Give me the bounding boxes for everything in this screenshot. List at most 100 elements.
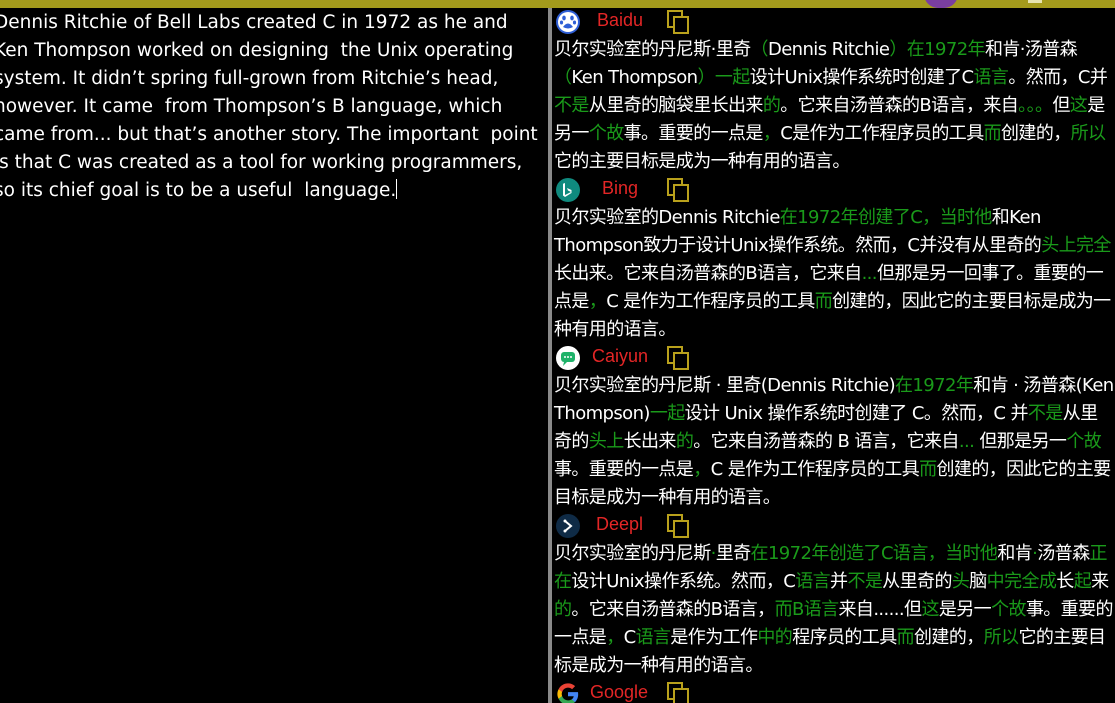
engine-caiyun: Caiyun 贝尔实验室的丹尼斯 · 里奇(Dennis Ritchie)在197… bbox=[552, 344, 1115, 512]
highlighted-segment: 语言 bbox=[795, 571, 831, 592]
engine-name: Google bbox=[590, 682, 649, 702]
copy-icon[interactable] bbox=[667, 178, 689, 202]
engine-header: Baidu bbox=[552, 8, 1115, 36]
engine-header: Google bbox=[552, 680, 1115, 703]
highlighted-segment: 头上完全 bbox=[1041, 235, 1111, 256]
copy-icon[interactable] bbox=[667, 346, 689, 370]
highlighted-segment: 不是 bbox=[847, 571, 883, 592]
translation-text[interactable]: 贝尔实验室的丹尼斯·里奇在1972年创造了C语言，当时他和肯·汤普森正在设计Un… bbox=[552, 540, 1114, 680]
highlighted-segment: 而B语言 bbox=[774, 599, 840, 620]
google-icon bbox=[556, 682, 580, 703]
text-segment: 长出来。它来自汤普森的B语言，它来自 bbox=[554, 263, 862, 284]
highlighted-segment: 语言 bbox=[973, 67, 1009, 88]
highlighted-segment: 而 bbox=[896, 627, 915, 648]
text-segment: 创建的， bbox=[1001, 123, 1071, 144]
highlighted-segment: 中完全成 bbox=[986, 571, 1057, 592]
highlighted-segment: 而 bbox=[983, 123, 1002, 144]
highlighted-segment: 中的 bbox=[757, 627, 793, 648]
engine-name: Baidu bbox=[597, 10, 644, 30]
highlighted-segment: 不是 bbox=[1027, 403, 1063, 424]
highlighted-segment: ）在1972年 bbox=[889, 39, 985, 60]
text-segment: C是作为工作程序员的工具 bbox=[780, 123, 984, 144]
text-segment: 它的主要目标是成为一种有用的语言。 bbox=[554, 151, 850, 172]
engine-deepl: Deepl 贝尔实验室的丹尼斯·里奇在1972年创造了C语言，当时他和肯·汤普森正… bbox=[552, 512, 1115, 680]
caiyun-icon bbox=[556, 346, 580, 370]
highlighted-segment: 头上 bbox=[588, 431, 624, 452]
text-segment: 是另一 bbox=[938, 599, 992, 620]
text-segment: 设计 Unix 操作系统时创建了 C。然而，C 并 bbox=[684, 403, 1029, 424]
text-segment: 长 bbox=[1056, 571, 1074, 592]
highlighted-segment: 起 bbox=[1073, 571, 1092, 592]
text-segment: 和肯 bbox=[997, 543, 1033, 564]
text-segment: 贝尔实验室的丹尼斯·里奇 bbox=[554, 39, 751, 60]
highlighted-segment: （ bbox=[554, 67, 572, 88]
highlighted-segment: 在1972年创建了C，当时他 bbox=[779, 207, 993, 228]
highlighted-segment: 而 bbox=[919, 459, 937, 480]
text-segment: 来 bbox=[1091, 571, 1109, 592]
highlighted-segment: ， bbox=[588, 291, 607, 312]
highlighted-segment: 所以 bbox=[983, 627, 1019, 648]
source-text[interactable]: Dennis Ritchie of Bell Labs created C in… bbox=[0, 9, 546, 205]
copy-icon[interactable] bbox=[667, 10, 689, 34]
text-segment: C bbox=[623, 627, 637, 648]
text-segment: 是作为工作 bbox=[670, 627, 758, 648]
engine-name: Deepl bbox=[596, 514, 644, 534]
copy-icon[interactable] bbox=[667, 682, 689, 703]
text-segment: 程序员的工具 bbox=[792, 627, 897, 648]
translations-pane: Baidu 贝尔实验室的丹尼斯·里奇（Dennis Ritchie）在1972年和… bbox=[552, 8, 1115, 703]
text-segment: 里奇 bbox=[715, 543, 751, 564]
text-segment: 。它来自汤普森的 B 语言，它来自 bbox=[693, 431, 959, 452]
baidu-paw-icon bbox=[556, 10, 580, 34]
text-segment: 和肯·汤普森 bbox=[984, 39, 1078, 60]
text-segment: 但 bbox=[1052, 95, 1070, 116]
highlighted-segment: 这 bbox=[921, 599, 939, 620]
highlighted-segment: 语言 bbox=[635, 627, 671, 648]
text-segment: Ken Thompson bbox=[571, 67, 698, 88]
highlighted-segment: 个故 bbox=[1066, 431, 1102, 452]
highlighted-segment: 这 bbox=[1069, 95, 1088, 116]
text-segment: 贝尔实验室的丹尼斯 · 里奇(Dennis Ritchie) bbox=[554, 375, 896, 396]
highlighted-segment: ）一起 bbox=[697, 67, 751, 88]
translation-text[interactable]: 贝尔实验室的丹尼斯·里奇（Dennis Ritchie）在1972年和肯·汤普森… bbox=[552, 36, 1114, 176]
text-segment: 。它来自汤普森的B语言， bbox=[571, 599, 775, 620]
engine-baidu: Baidu 贝尔实验室的丹尼斯·里奇（Dennis Ritchie）在1972年和… bbox=[552, 8, 1115, 176]
highlighted-segment: 头 bbox=[951, 571, 970, 592]
source-text-content: Dennis Ritchie of Bell Labs created C in… bbox=[0, 12, 544, 201]
text-segment: 来自......但 bbox=[838, 599, 923, 620]
copy-icon[interactable] bbox=[667, 514, 689, 538]
top-title-strip bbox=[0, 0, 1115, 8]
highlighted-segment: 不是 bbox=[554, 95, 589, 116]
bing-icon bbox=[556, 178, 580, 202]
text-segment: C 是作为工作程序员的工具 bbox=[710, 459, 920, 480]
window-badge-icon[interactable] bbox=[924, 0, 958, 8]
engine-bing: Bing 贝尔实验室的Dennis Ritchie在1972年创建了C，当时他和K… bbox=[552, 176, 1115, 344]
highlighted-segment: 而 bbox=[814, 291, 833, 312]
source-text-pane[interactable]: Dennis Ritchie of Bell Labs created C in… bbox=[0, 8, 548, 703]
highlighted-segment: ... bbox=[958, 431, 975, 452]
highlighted-segment: 个故 bbox=[991, 599, 1026, 620]
engine-name: Caiyun bbox=[592, 346, 649, 366]
text-segment: 脑 bbox=[969, 571, 987, 592]
translation-text[interactable]: 贝尔实验室的丹尼斯 · 里奇(Dennis Ritchie)在1972年和肯 ·… bbox=[552, 372, 1114, 512]
text-segment: 从里奇的 bbox=[882, 571, 952, 592]
text-segment: 创建的， bbox=[914, 627, 984, 648]
window-control-icon[interactable] bbox=[1028, 0, 1042, 3]
highlighted-segment: 个故 bbox=[588, 123, 624, 144]
text-cursor bbox=[396, 179, 398, 199]
highlighted-segment: 一起 bbox=[649, 403, 685, 424]
highlighted-segment: 所以 bbox=[1070, 123, 1106, 144]
engine-name: Bing bbox=[602, 178, 639, 198]
highlighted-segment: 在1972年创造了C语言，当时他 bbox=[750, 543, 998, 564]
translation-text[interactable]: 贝尔实验室的Dennis Ritchie在1972年创建了C，当时他和Ken T… bbox=[552, 204, 1114, 344]
engine-google: Google bbox=[552, 680, 1115, 703]
text-segment: 贝尔实验室的Dennis Ritchie bbox=[554, 207, 780, 228]
text-segment: 贝尔实验室的丹尼斯 bbox=[554, 543, 711, 564]
text-segment: 事。重要的一点是 bbox=[554, 459, 694, 480]
text-segment: 但那是另一 bbox=[974, 431, 1067, 452]
text-segment: C 是作为工作程序员的工具 bbox=[606, 291, 815, 312]
text-segment: Dennis Ritchie bbox=[767, 39, 890, 60]
highlighted-segment: （ bbox=[750, 39, 769, 60]
deepl-icon bbox=[556, 514, 580, 538]
highlighted-segment: 的 bbox=[554, 599, 572, 620]
highlighted-segment: 的 bbox=[762, 95, 781, 116]
